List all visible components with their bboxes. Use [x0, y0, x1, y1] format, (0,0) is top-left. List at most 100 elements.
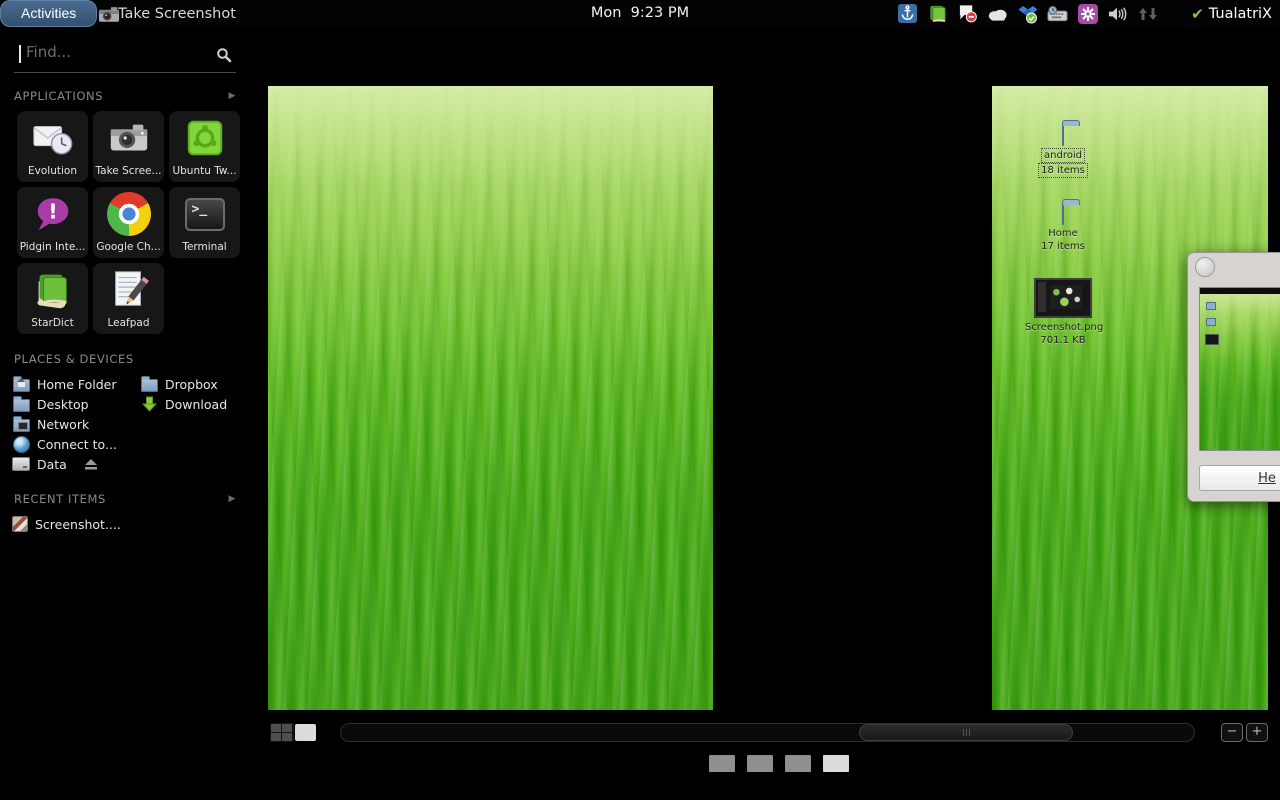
evolution-icon [30, 111, 76, 165]
pidgin-icon: ! [30, 187, 76, 241]
place-dropbox[interactable]: Dropbox [140, 374, 227, 394]
search-box[interactable] [14, 42, 236, 73]
screenshot-preview [1199, 287, 1280, 451]
desktop-icon-detail: 18 items [1038, 163, 1088, 178]
overview-dash: APPLICATIONS ▶ Evolution Take Scree... [0, 27, 250, 800]
applications-expand-arrow[interactable]: ▶ [228, 91, 236, 101]
mini-folder-icon [1206, 318, 1216, 326]
grip-mark [963, 729, 964, 736]
network-folder-icon [12, 416, 30, 432]
eject-button[interactable] [84, 458, 98, 471]
desktop-icon-label: Screenshot.png [1025, 322, 1103, 333]
ubuntu-tweak-icon [182, 111, 228, 165]
folder-icon [1062, 125, 1064, 146]
dropbox-icon[interactable] [1017, 3, 1038, 24]
place-data-drive[interactable]: Data [12, 454, 140, 474]
tweak-gear-icon[interactable] [1077, 3, 1098, 24]
dictionary-icon[interactable] [927, 3, 948, 24]
place-desktop[interactable]: Desktop [12, 394, 140, 414]
camera-icon [98, 5, 120, 23]
desktop-icon-android[interactable]: android 18 items [1025, 126, 1101, 178]
download-arrow-icon [140, 396, 158, 412]
network-arrows-icon[interactable] [1137, 3, 1158, 24]
place-download[interactable]: Download [140, 394, 227, 414]
places-list: Home Folder Desktop Network Connect to..… [0, 374, 250, 474]
keyboard-input-icon[interactable] [1047, 3, 1068, 24]
folder-icon [140, 376, 158, 392]
app-menu[interactable]: Take Screenshot [98, 0, 236, 27]
grip-mark [969, 729, 970, 736]
place-label: Network [37, 417, 89, 432]
grid-cell [271, 724, 281, 732]
grid-view-button[interactable] [270, 723, 294, 742]
chat-busy-icon[interactable] [957, 3, 978, 24]
app-google-chrome[interactable]: Google Ch... [93, 187, 164, 258]
app-stardict[interactable]: StarDict [17, 263, 88, 334]
activities-button[interactable]: Activities [0, 0, 97, 27]
applications-label: APPLICATIONS [14, 89, 103, 103]
clock[interactable]: Mon 9:23 PM [591, 0, 689, 27]
desktop-icon-home[interactable]: Home 17 items [1025, 205, 1101, 253]
folder-icon [1062, 204, 1064, 225]
grid-cell [271, 733, 281, 741]
recent-item-screenshot[interactable]: Screenshot.... [12, 514, 250, 534]
app-menu-title: Take Screenshot [118, 6, 236, 22]
zoom-in-button[interactable]: + [1246, 723, 1268, 742]
cloud-icon[interactable] [987, 3, 1008, 24]
chrome-icon [107, 187, 151, 241]
page-indicator-1[interactable] [709, 755, 735, 772]
grid-cell [282, 733, 292, 741]
scrollbar-thumb[interactable] [859, 724, 1073, 741]
desktop-icon-screenshot-png[interactable]: Screenshot.png 701.1 KB [1025, 278, 1101, 347]
help-button[interactable]: He [1199, 465, 1280, 491]
volume-icon[interactable] [1107, 3, 1128, 24]
place-label: Connect to... [37, 437, 117, 452]
desktop-icon-detail: 701.1 KB [1040, 335, 1085, 346]
desktop-folder-icon [12, 396, 30, 412]
app-pidgin[interactable]: ! Pidgin Inte... [17, 187, 88, 258]
app-evolution[interactable]: Evolution [17, 111, 88, 182]
app-label: Terminal [182, 241, 226, 253]
app-terminal[interactable]: >_ Terminal [169, 187, 240, 258]
place-home-folder[interactable]: Home Folder [12, 374, 140, 394]
user-menu[interactable]: ✔ TualatriX [1191, 0, 1272, 27]
place-label: Dropbox [165, 377, 218, 392]
workspace-thumbnail-1[interactable] [268, 86, 713, 710]
preview-top-bar [1200, 288, 1280, 294]
recent-items-expand-arrow[interactable]: ▶ [228, 494, 236, 504]
app-label: Take Scree... [95, 165, 161, 177]
recent-items-label: RECENT ITEMS [14, 492, 106, 506]
mini-screenshot-icon [1205, 334, 1219, 345]
search-input[interactable] [24, 42, 208, 62]
svg-text:!: ! [48, 199, 57, 223]
app-ubuntu-tweak[interactable]: Ubuntu Tw... [169, 111, 240, 182]
image-thumbnail-icon [12, 516, 28, 532]
place-label: Data [37, 457, 67, 472]
screenshot-dialog-window[interactable]: He [1187, 252, 1280, 502]
drive-icon [12, 457, 30, 471]
grid-cell [282, 724, 292, 732]
app-take-screenshot[interactable]: Take Scree... [93, 111, 164, 182]
system-tray [897, 0, 1158, 27]
mini-folder-icon [1206, 302, 1216, 310]
username: TualatriX [1209, 6, 1272, 22]
search-icon [216, 47, 232, 63]
text-caret [19, 45, 21, 63]
zoom-out-button[interactable]: − [1221, 723, 1243, 742]
place-connect-to[interactable]: Connect to... [12, 434, 140, 454]
page-indicator-2[interactable] [747, 755, 773, 772]
page-indicator-3[interactable] [785, 755, 811, 772]
app-label: Ubuntu Tw... [172, 165, 236, 177]
recent-item-label: Screenshot.... [35, 517, 121, 532]
place-label: Desktop [37, 397, 89, 412]
app-leafpad[interactable]: Leafpad [93, 263, 164, 334]
single-view-button[interactable] [295, 724, 316, 741]
places-header: PLACES & DEVICES [14, 352, 236, 366]
place-network[interactable]: Network [12, 414, 140, 434]
places-label: PLACES & DEVICES [14, 352, 134, 366]
radio-button[interactable] [1195, 257, 1215, 277]
page-indicator-4[interactable] [823, 755, 849, 772]
workspace-scrollbar[interactable] [340, 723, 1195, 742]
application-grid: Evolution Take Scree... Ubuntu Tw... ! P… [0, 111, 250, 334]
anchor-icon[interactable] [897, 3, 918, 24]
